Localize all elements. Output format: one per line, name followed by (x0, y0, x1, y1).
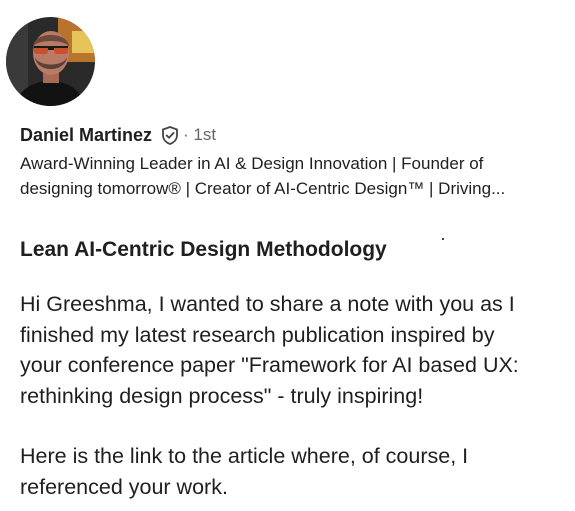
body-line: Hi Greeshma, I wanted to share a note wi… (20, 292, 515, 316)
message-subject: Lean AI-Centric Design Methodology (20, 238, 387, 261)
body-line: finished my latest research publication … (20, 322, 495, 347)
name-row: Daniel Martinez · 1st (20, 124, 560, 146)
connection-degree: · 1st (183, 125, 217, 144)
body-line: rethinking design process" - truly inspi… (20, 383, 424, 408)
avatar[interactable] (6, 17, 95, 106)
sender-headline: Award-Winning Leader in AI & Design Inno… (20, 151, 560, 201)
message-body: Hi Greeshma, I wanted to share a note wi… (20, 289, 565, 502)
body-line: Here is the link to the article where, o… (20, 444, 469, 468)
body-line: your conference paper "Framework for AI … (20, 353, 519, 377)
headline-line: Award-Winning Leader in AI & Design Inno… (20, 154, 484, 173)
body-line: referenced your work. (20, 474, 228, 499)
sender-name[interactable]: Daniel Martinez (20, 125, 152, 146)
headline-line: designing tomorrow® | Creator of AI-Cent… (20, 179, 506, 198)
sender-info: Daniel Martinez · 1st Award-Winning Lead… (20, 124, 560, 201)
avatar-photo (6, 17, 95, 106)
stray-dot (442, 238, 444, 240)
verified-shield-icon (161, 125, 179, 145)
